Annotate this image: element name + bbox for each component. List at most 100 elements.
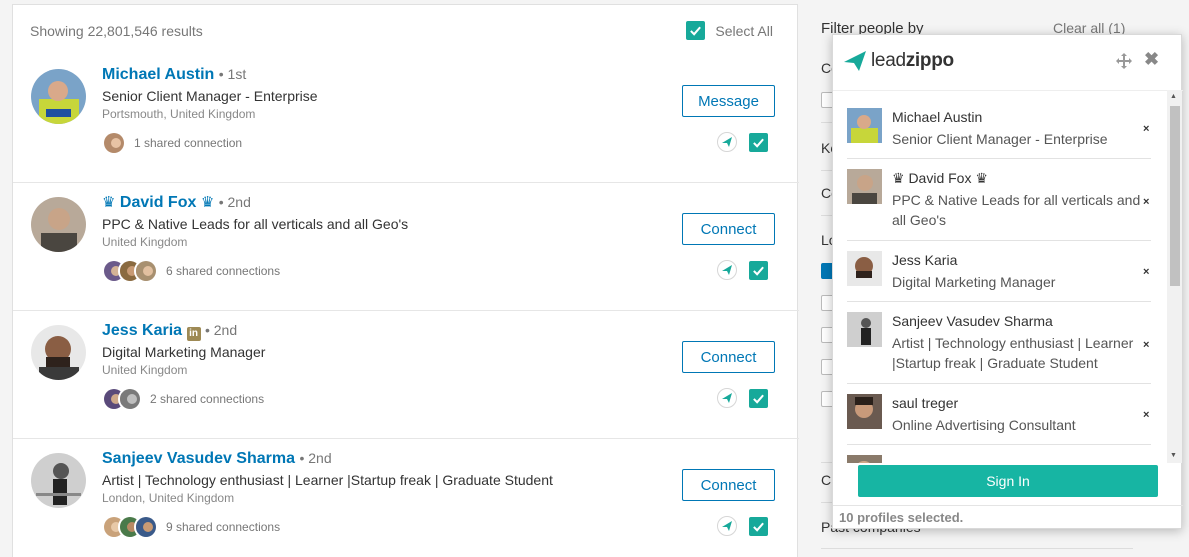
selected-profile-item (847, 446, 1151, 463)
remove-icon[interactable]: × (1143, 266, 1149, 278)
crown-icon: ♛ (102, 194, 116, 211)
move-icon[interactable] (1116, 53, 1132, 69)
profile-thumbnail (847, 312, 882, 347)
divider (821, 548, 1133, 549)
logo-text-lead: lead (871, 50, 906, 71)
shared-connections-text[interactable]: 6 shared connections (166, 264, 280, 278)
profile-name-link[interactable]: Sanjeev Vasudev Sharma (102, 450, 295, 467)
profile-headline: Senior Client Manager - Enterprise (102, 88, 318, 104)
leadzippo-logo-icon (844, 51, 866, 71)
result-row: ♛ David Fox ♛ • 2nd PPC & Native Leads f… (13, 183, 799, 311)
profile-thumbnail (847, 169, 882, 204)
profile-headline: PPC & Native Leads for all verticals and… (102, 216, 409, 232)
selected-profiles-list[interactable]: Michael Austin Senior Client Manager - E… (833, 90, 1183, 463)
select-profile-checkbox[interactable] (749, 260, 768, 280)
profile-location: Portsmouth, United Kingdom (102, 107, 256, 121)
shared-connections-text[interactable]: 9 shared connections (166, 520, 280, 534)
select-all-label[interactable]: Select All (715, 23, 773, 39)
search-results-panel: Showing 22,801,546 results Select All Mi… (12, 4, 799, 557)
profile-name: Michael Austin (892, 109, 983, 125)
avatar[interactable] (31, 453, 86, 508)
crown-icon: ♛ (200, 194, 215, 211)
avatar[interactable] (31, 69, 86, 124)
leadzippo-icon[interactable] (717, 516, 737, 536)
connect-button[interactable]: Connect (682, 469, 775, 501)
shared-connection-avatar (134, 259, 158, 283)
leadzippo-icon[interactable] (717, 388, 737, 408)
profiles-selected-count: 10 profiles selected. (839, 510, 964, 525)
scroll-up-icon[interactable]: ▲ (1170, 93, 1177, 100)
profile-thumbnail (847, 251, 882, 286)
avatar[interactable] (31, 325, 86, 380)
remove-icon[interactable]: × (1143, 196, 1149, 208)
shared-connections-link[interactable]: 2 shared connections (102, 387, 264, 411)
profile-name: saul treger (892, 395, 959, 411)
select-all-control[interactable]: Select All (686, 21, 773, 40)
leadzippo-icon[interactable] (717, 132, 737, 152)
shared-connection-avatar (134, 515, 158, 539)
shared-connections-link[interactable]: 9 shared connections (102, 515, 280, 539)
close-icon[interactable]: ✖ (1144, 49, 1159, 70)
select-profile-checkbox[interactable] (749, 388, 768, 408)
profile-thumbnail (847, 455, 882, 463)
result-row: Jess Karia in • 2nd Digital Marketing Ma… (13, 311, 799, 439)
select-profile-checkbox[interactable] (749, 132, 768, 152)
selected-profile-item: Jess Karia Digital Marketing Manager × (847, 242, 1151, 302)
select-profile-checkbox[interactable] (749, 516, 768, 536)
profile-name-link[interactable]: David Fox (120, 194, 196, 211)
selection-footer: 10 profiles selected. (833, 505, 1183, 525)
message-button[interactable]: Message (682, 85, 775, 117)
leadzippo-logo: leadzippo (843, 50, 954, 72)
profile-name: Jess Karia (892, 252, 958, 268)
profile-name: ♛ David Fox ♛ (892, 170, 988, 186)
scrollbar-thumb[interactable] (1170, 106, 1180, 286)
sign-in-button[interactable]: Sign In (858, 465, 1158, 497)
profile-description: Senior Client Manager - Enterprise (892, 131, 1108, 147)
connection-degree: • 1st (218, 66, 247, 82)
remove-icon[interactable]: × (1143, 123, 1149, 135)
shared-connections-link[interactable]: 1 shared connection (102, 131, 242, 155)
leadzippo-header: leadzippo ✖ (833, 35, 1183, 89)
logo-text-zippo: zippo (905, 50, 954, 71)
result-row: Michael Austin • 1st Senior Client Manag… (13, 55, 799, 183)
scrollbar[interactable]: ▲ ▼ (1167, 90, 1182, 463)
profile-thumbnail (847, 108, 882, 143)
profile-location: United Kingdom (102, 235, 188, 249)
shared-connection-avatar (102, 131, 126, 155)
avatar[interactable] (31, 197, 86, 252)
profile-location: London, United Kingdom (102, 491, 235, 505)
select-all-checkbox[interactable] (686, 21, 706, 40)
profile-description: Artist | Technology enthusiast | Learner… (892, 335, 1134, 371)
connect-button[interactable]: Connect (682, 341, 775, 373)
selected-profile-item: Michael Austin Senior Client Manager - E… (847, 99, 1151, 159)
shared-connections-text[interactable]: 1 shared connection (134, 136, 242, 150)
results-count: Showing 22,801,546 results (30, 23, 203, 39)
leadzippo-panel: leadzippo ✖ Michael Austin Senior Client… (832, 34, 1183, 529)
selected-profile-item: ♛ David Fox ♛ PPC & Native Leads for all… (847, 160, 1151, 241)
profile-description: PPC & Native Leads for all verticals and… (892, 192, 1141, 228)
profile-description: Digital Marketing Manager (892, 274, 1056, 290)
profile-name-link[interactable]: Jess Karia (102, 322, 182, 339)
shared-connections-link[interactable]: 6 shared connections (102, 259, 280, 283)
linkedin-premium-badge-icon: in (186, 327, 201, 341)
shared-connection-avatar (118, 387, 142, 411)
connect-button[interactable]: Connect (682, 213, 775, 245)
connection-degree: • 2nd (218, 194, 251, 210)
connection-degree: • 2nd (204, 322, 238, 338)
profile-description: Online Advertising Consultant (892, 417, 1076, 433)
profile-location: United Kingdom (102, 363, 188, 377)
profile-name-link[interactable]: Michael Austin (102, 66, 214, 83)
selected-profile-item: Sanjeev Vasudev Sharma Artist | Technolo… (847, 303, 1151, 384)
connection-degree: • 2nd (299, 450, 332, 466)
remove-icon[interactable]: × (1143, 339, 1149, 351)
leadzippo-icon[interactable] (717, 260, 737, 280)
profile-name: Sanjeev Vasudev Sharma (892, 313, 1053, 329)
shared-connections-text[interactable]: 2 shared connections (150, 392, 264, 406)
profile-headline: Digital Marketing Manager (102, 344, 266, 360)
result-row: Sanjeev Vasudev Sharma • 2nd Artist | Te… (13, 439, 799, 557)
profile-headline: Artist | Technology enthusiast | Learner… (102, 472, 553, 488)
selected-profile-item: saul treger Online Advertising Consultan… (847, 385, 1151, 445)
remove-icon[interactable]: × (1143, 409, 1149, 421)
scroll-down-icon[interactable]: ▼ (1170, 452, 1177, 459)
profile-thumbnail (847, 394, 882, 429)
